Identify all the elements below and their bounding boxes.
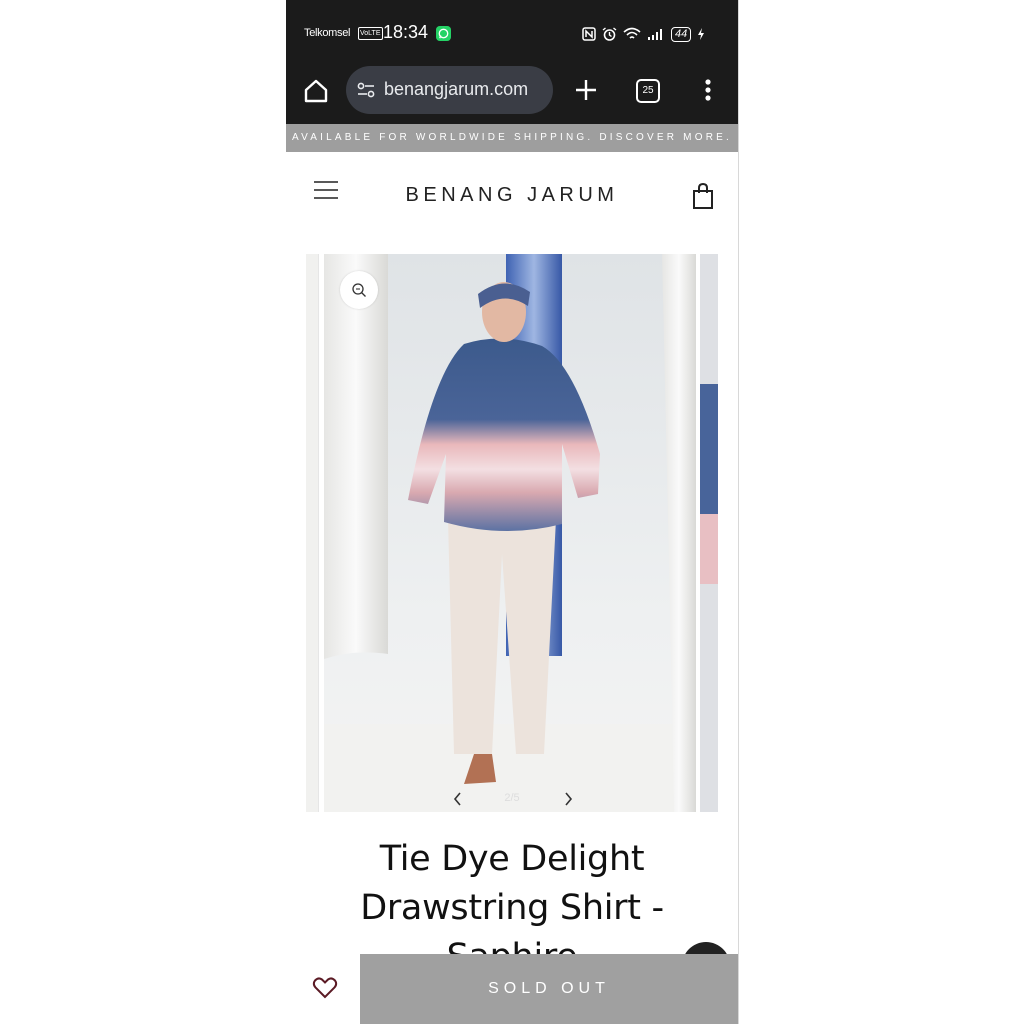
signal-icon: [648, 29, 662, 40]
product-gallery: 2/5: [286, 254, 738, 814]
more-vert-icon[interactable]: [698, 76, 718, 104]
product-image[interactable]: [324, 254, 696, 812]
home-icon[interactable]: [302, 77, 330, 105]
nfc-icon: [582, 27, 596, 41]
whatsapp-icon: [436, 26, 451, 41]
charging-icon: [698, 28, 705, 40]
battery-indicator: 44: [671, 26, 692, 42]
gallery-counter: 2/5: [504, 792, 520, 804]
tune-icon[interactable]: [355, 79, 377, 101]
browser-toolbar: benangjarum.com 25: [286, 66, 738, 124]
volte-badge: VoLTE: [358, 27, 383, 40]
wifi-icon: [623, 27, 641, 39]
heart-icon: [312, 977, 338, 999]
clock: 18:34: [383, 22, 429, 42]
sticky-buy-bar: SOLD OUT: [286, 954, 738, 1024]
tab-switcher-button[interactable]: 25: [636, 79, 660, 103]
wishlist-button[interactable]: [286, 954, 360, 1024]
product-photo: [324, 254, 696, 812]
chevron-right-icon[interactable]: [560, 789, 576, 809]
shopping-bag-icon[interactable]: [690, 182, 716, 210]
status-bar: Telkomsel VoLTE 18:34 44: [286, 0, 738, 66]
zoom-button[interactable]: [340, 271, 378, 309]
alarm-icon: [602, 26, 617, 41]
sold-out-button[interactable]: SOLD OUT: [360, 954, 738, 1024]
announcement-bar[interactable]: AVAILABLE FOR WORLDWIDE SHIPPING. DISCOV…: [286, 124, 738, 152]
brand-logo[interactable]: BENANG JARUM: [286, 184, 738, 207]
plus-icon[interactable]: [572, 76, 600, 104]
status-icons: 44: [582, 25, 705, 43]
chevron-left-icon[interactable]: [450, 789, 466, 809]
next-image-peek[interactable]: [700, 254, 718, 812]
url-text: benangjarum.com: [384, 79, 529, 99]
address-bar[interactable]: benangjarum.com: [346, 66, 553, 114]
zoom-in-icon: [352, 283, 366, 297]
next-image-thumb: [700, 254, 718, 812]
previous-image-peek[interactable]: [306, 254, 319, 812]
phone-screen: Telkomsel VoLTE 18:34 44 benangjarum.com…: [286, 0, 739, 1024]
carrier-label: Telkomsel: [304, 27, 351, 39]
site-header: BENANG JARUM: [286, 152, 738, 242]
